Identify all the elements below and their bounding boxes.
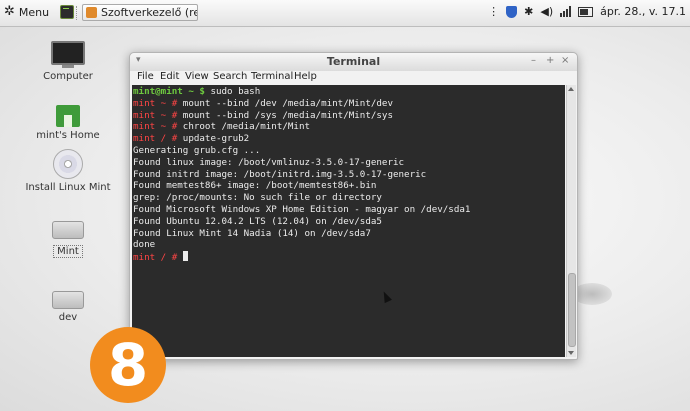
taskbar-item-software-manager[interactable]: Szoftverkezelő (rends... — [82, 4, 198, 21]
terminal-text: update-grub2 — [177, 133, 250, 145]
desktop-icon-mint-drive[interactable]: Mint — [18, 217, 118, 258]
volume-icon[interactable]: ◀) — [540, 5, 553, 18]
menu-label: Menu — [18, 5, 50, 19]
taskbar-item-label: Szoftverkezelő (rends... — [101, 6, 197, 19]
top-panel: ✲ Menu Szoftverkezelő (rends... ⋮ ✱ ◀) á… — [0, 0, 690, 27]
terminal-text: Found linux image: /boot/vmlinuz-3.5.0-1… — [133, 156, 405, 168]
cd-install-icon — [53, 149, 83, 179]
terminal-line: Generating grub.cfg ... — [133, 145, 565, 157]
menu-terminal[interactable]: Terminal — [251, 71, 293, 82]
step-number-badge: 8 — [90, 327, 166, 403]
drive-icon — [52, 291, 84, 309]
desktop-icon-label: mint's Home — [36, 130, 100, 141]
desktop-icon-label: dev — [58, 312, 78, 323]
terminal-line: Found Microsoft Windows XP Home Edition … — [133, 204, 565, 216]
clock[interactable]: ápr. 28., v. 17.1 — [600, 5, 686, 18]
shell-prompt: mint / # — [133, 252, 178, 264]
desktop-icon-home[interactable]: mint's Home — [18, 105, 118, 141]
terminal-text: mount --bind /dev /media/mint/Mint/dev — [177, 97, 393, 109]
battery-icon[interactable] — [578, 6, 594, 17]
terminal-text: Found Linux Mint 14 Nadia (14) on /dev/s… — [133, 227, 371, 239]
computer-icon — [51, 41, 85, 65]
text-cursor — [182, 251, 188, 262]
terminal-line: Found linux image: /boot/vmlinuz-3.5.0-1… — [133, 157, 565, 169]
terminal-line: Found memtest86+ image: /boot/memtest86+… — [133, 180, 565, 192]
scroll-up-arrow-icon[interactable] — [568, 87, 574, 91]
terminal-text: mount --bind /sys /media/mint/Mint/sys — [177, 109, 393, 121]
desktop-icon-label: Computer — [43, 71, 93, 82]
desktop-icon-install[interactable]: Install Linux Mint — [18, 149, 118, 193]
terminal-text: Found Ubuntu 12.04.2 LTS (12.04) on /dev… — [133, 215, 382, 227]
menu-view[interactable]: View — [185, 71, 209, 82]
desktop-icon-computer[interactable]: Computer — [18, 41, 118, 82]
drive-icon — [52, 221, 84, 239]
system-tray: ⋮ ✱ ◀) ápr. 28., v. 17.1 — [488, 5, 686, 18]
computer-icon-stand — [62, 65, 74, 68]
minimize-icon[interactable]: – — [531, 55, 536, 66]
gear-icon: ✲ — [4, 4, 15, 19]
scrollbar[interactable] — [566, 85, 576, 357]
network-signal-icon[interactable] — [560, 6, 572, 17]
terminal-line: mint ~ # chroot /media/mint/Mint — [133, 121, 565, 133]
home-folder-icon — [56, 105, 80, 127]
terminal-line: mint ~ # mount --bind /sys /media/mint/M… — [133, 110, 565, 122]
menu-bar: File Edit View Search Terminal Help — [130, 71, 577, 85]
menu-search[interactable]: Search — [213, 71, 247, 82]
terminal-output[interactable]: mint@mint ~ $ sudo bash mint ~ # mount --… — [132, 85, 565, 357]
terminal-line: mint / # update-grub2 — [133, 133, 565, 145]
terminal-text: grep: /proc/mounts: No such file or dire… — [133, 192, 382, 204]
update-shield-icon[interactable] — [506, 5, 518, 18]
shell-prompt: mint / # — [133, 133, 178, 145]
terminal-text: sudo bash — [204, 86, 261, 97]
menu-button[interactable]: ✲ Menu — [4, 5, 49, 19]
close-icon[interactable]: × — [561, 55, 569, 66]
software-manager-icon — [86, 7, 97, 18]
terminal-line: mint@mint ~ $ sudo bash — [133, 86, 565, 98]
terminal-window[interactable]: ▾ Terminal – + × File Edit View Search T… — [129, 52, 578, 360]
desktop-icon-dev-drive[interactable]: dev — [18, 287, 118, 323]
menu-file[interactable]: File — [137, 71, 154, 82]
shell-prompt: mint ~ # — [133, 121, 178, 133]
menu-edit[interactable]: Edit — [160, 71, 179, 82]
scroll-down-arrow-icon[interactable] — [568, 351, 574, 355]
shell-prompt: mint@mint ~ $ — [133, 86, 205, 97]
tray-dots-icon: ⋮ — [488, 5, 500, 18]
terminal-line: Found initrd image: /boot/initrd.img-3.5… — [133, 169, 565, 181]
terminal-text: Generating grub.cfg ... — [133, 144, 261, 156]
terminal-launcher-icon[interactable] — [60, 5, 74, 19]
desktop-icon-label: Mint — [53, 245, 83, 258]
terminal-line: done — [133, 239, 565, 251]
scrollbar-thumb[interactable] — [568, 273, 576, 347]
terminal-text: Found initrd image: /boot/initrd.img-3.5… — [133, 168, 427, 180]
terminal-line: mint / # — [133, 251, 565, 263]
terminal-line: mint ~ # mount --bind /dev /media/mint/M… — [133, 98, 565, 110]
menu-help[interactable]: Help — [294, 71, 317, 82]
window-title: Terminal — [326, 55, 381, 68]
terminal-text: Found memtest86+ image: /boot/memtest86+… — [133, 180, 377, 192]
terminal-text: Found Microsoft Windows XP Home Edition … — [133, 203, 471, 215]
shell-prompt: mint ~ # — [133, 97, 178, 109]
decorative-shadow — [572, 283, 612, 305]
terminal-line: Found Linux Mint 14 Nadia (14) on /dev/s… — [133, 228, 565, 240]
desktop-icon-label: Install Linux Mint — [25, 182, 111, 193]
title-bar[interactable]: ▾ Terminal – + × — [130, 53, 577, 71]
maximize-icon[interactable]: + — [546, 55, 554, 66]
shell-prompt: mint ~ # — [133, 109, 178, 121]
terminal-line: grep: /proc/mounts: No such file or dire… — [133, 192, 565, 204]
terminal-text: done — [133, 239, 156, 251]
terminal-line: Found Ubuntu 12.04.2 LTS (12.04) on /dev… — [133, 216, 565, 228]
terminal-text: chroot /media/mint/Mint — [177, 121, 311, 133]
panel-separator — [76, 6, 79, 20]
bluetooth-icon[interactable]: ✱ — [524, 5, 533, 18]
